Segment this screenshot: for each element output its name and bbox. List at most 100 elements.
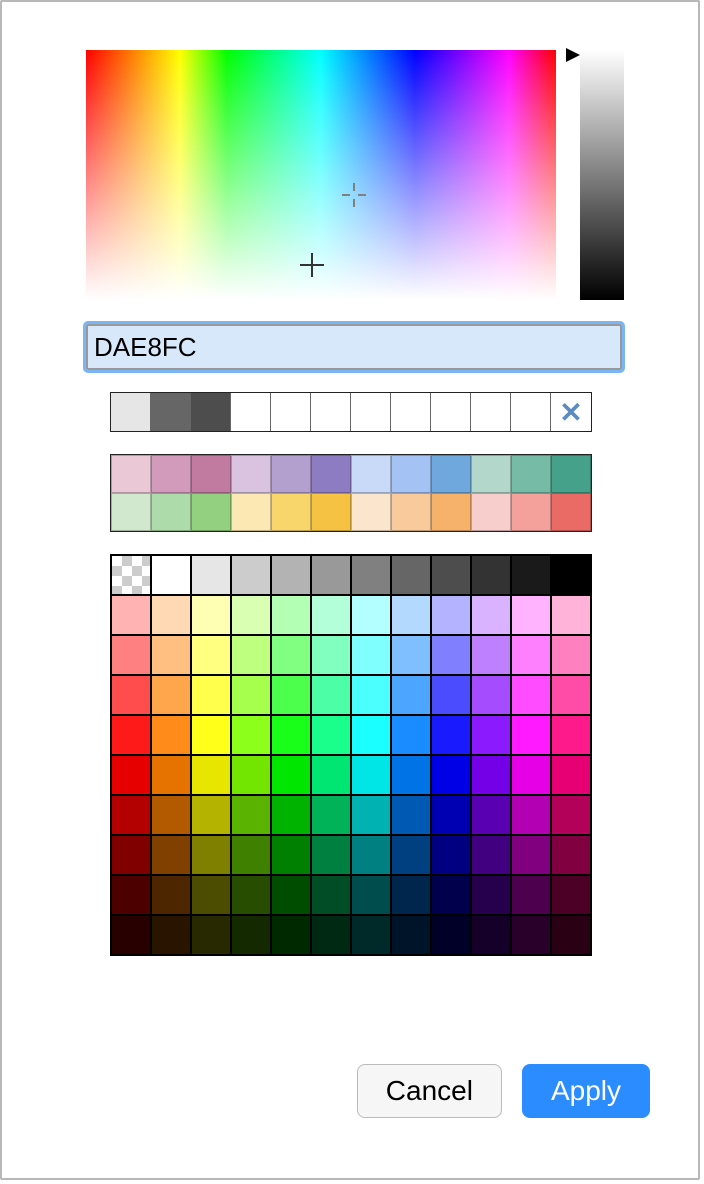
palette-swatch[interactable]	[151, 595, 191, 635]
palette-swatch[interactable]	[231, 675, 271, 715]
palette-swatch[interactable]	[111, 835, 151, 875]
preset-swatch[interactable]	[431, 493, 471, 531]
palette-swatch[interactable]	[111, 675, 151, 715]
palette-swatch[interactable]	[311, 875, 351, 915]
recent-swatch[interactable]	[191, 393, 231, 431]
cancel-button[interactable]: Cancel	[357, 1064, 502, 1118]
palette-swatch[interactable]	[231, 875, 271, 915]
preset-swatch[interactable]	[271, 455, 311, 493]
palette-swatch[interactable]	[511, 675, 551, 715]
palette-swatch[interactable]	[551, 875, 591, 915]
palette-swatch[interactable]	[111, 755, 151, 795]
palette-swatch[interactable]	[311, 795, 351, 835]
preset-swatch[interactable]	[151, 455, 191, 493]
palette-swatch[interactable]	[111, 715, 151, 755]
palette-swatch[interactable]	[391, 875, 431, 915]
recent-swatch[interactable]	[231, 393, 271, 431]
recent-swatch[interactable]	[111, 393, 151, 431]
palette-swatch[interactable]	[311, 595, 351, 635]
palette-swatch[interactable]	[391, 835, 431, 875]
palette-swatch[interactable]	[231, 595, 271, 635]
palette-swatch[interactable]	[231, 555, 271, 595]
palette-swatch[interactable]	[191, 915, 231, 955]
hex-input[interactable]	[86, 324, 622, 370]
preset-swatch[interactable]	[471, 455, 511, 493]
palette-swatch[interactable]	[231, 795, 271, 835]
preset-swatch[interactable]	[111, 493, 151, 531]
palette-swatch[interactable]	[511, 595, 551, 635]
palette-swatch[interactable]	[351, 715, 391, 755]
palette-swatch[interactable]	[431, 675, 471, 715]
palette-swatch[interactable]	[351, 835, 391, 875]
recent-swatch[interactable]	[311, 393, 351, 431]
palette-swatch[interactable]	[511, 915, 551, 955]
palette-swatch[interactable]	[351, 555, 391, 595]
palette-swatch[interactable]	[151, 795, 191, 835]
palette-swatch[interactable]	[431, 915, 471, 955]
palette-swatch[interactable]	[471, 675, 511, 715]
palette-swatch[interactable]	[511, 715, 551, 755]
hue-saturation-field[interactable]	[86, 50, 556, 300]
palette-swatch[interactable]	[431, 835, 471, 875]
palette-swatch[interactable]	[511, 755, 551, 795]
recent-swatch[interactable]	[391, 393, 431, 431]
preset-swatch[interactable]	[511, 493, 551, 531]
palette-swatch[interactable]	[151, 635, 191, 675]
palette-swatch[interactable]	[471, 715, 511, 755]
palette-swatch[interactable]	[431, 875, 471, 915]
palette-swatch[interactable]	[151, 555, 191, 595]
palette-swatch[interactable]	[311, 635, 351, 675]
recent-swatch[interactable]	[271, 393, 311, 431]
palette-swatch[interactable]	[431, 635, 471, 675]
palette-swatch[interactable]	[551, 835, 591, 875]
preset-swatch[interactable]	[151, 493, 191, 531]
preset-swatch[interactable]	[191, 455, 231, 493]
palette-swatch[interactable]	[551, 795, 591, 835]
palette-swatch[interactable]	[191, 795, 231, 835]
palette-swatch[interactable]	[151, 715, 191, 755]
recent-swatch[interactable]	[431, 393, 471, 431]
palette-swatch[interactable]	[391, 675, 431, 715]
palette-swatch[interactable]	[351, 595, 391, 635]
palette-swatch[interactable]	[351, 875, 391, 915]
palette-swatch[interactable]	[151, 835, 191, 875]
palette-swatch[interactable]	[471, 635, 511, 675]
palette-swatch[interactable]	[151, 675, 191, 715]
preset-swatch[interactable]	[351, 493, 391, 531]
apply-button[interactable]: Apply	[522, 1064, 650, 1118]
palette-swatch[interactable]	[311, 755, 351, 795]
palette-swatch[interactable]	[271, 915, 311, 955]
palette-swatch[interactable]	[191, 755, 231, 795]
palette-swatch[interactable]	[151, 875, 191, 915]
palette-swatch[interactable]	[511, 795, 551, 835]
preset-swatch[interactable]	[111, 455, 151, 493]
palette-swatch[interactable]	[511, 555, 551, 595]
palette-swatch[interactable]	[431, 555, 471, 595]
preset-swatch[interactable]	[271, 493, 311, 531]
preset-swatch[interactable]	[431, 455, 471, 493]
palette-swatch[interactable]	[351, 675, 391, 715]
recent-swatch[interactable]	[471, 393, 511, 431]
palette-swatch[interactable]	[271, 555, 311, 595]
palette-swatch[interactable]	[551, 755, 591, 795]
palette-swatch[interactable]	[271, 715, 311, 755]
palette-swatch[interactable]	[471, 595, 511, 635]
palette-swatch[interactable]	[511, 875, 551, 915]
palette-swatch[interactable]	[271, 795, 311, 835]
palette-swatch[interactable]	[111, 915, 151, 955]
preset-swatch[interactable]	[311, 455, 351, 493]
palette-swatch[interactable]	[311, 835, 351, 875]
recent-swatch[interactable]	[351, 393, 391, 431]
preset-swatch[interactable]	[191, 493, 231, 531]
preset-swatch[interactable]	[511, 455, 551, 493]
palette-swatch[interactable]	[151, 915, 191, 955]
preset-swatch[interactable]	[351, 455, 391, 493]
palette-swatch[interactable]	[111, 555, 151, 595]
preset-swatch[interactable]	[391, 455, 431, 493]
palette-swatch[interactable]	[551, 715, 591, 755]
palette-swatch[interactable]	[311, 675, 351, 715]
palette-swatch[interactable]	[271, 875, 311, 915]
palette-swatch[interactable]	[471, 795, 511, 835]
palette-swatch[interactable]	[471, 875, 511, 915]
palette-swatch[interactable]	[351, 915, 391, 955]
